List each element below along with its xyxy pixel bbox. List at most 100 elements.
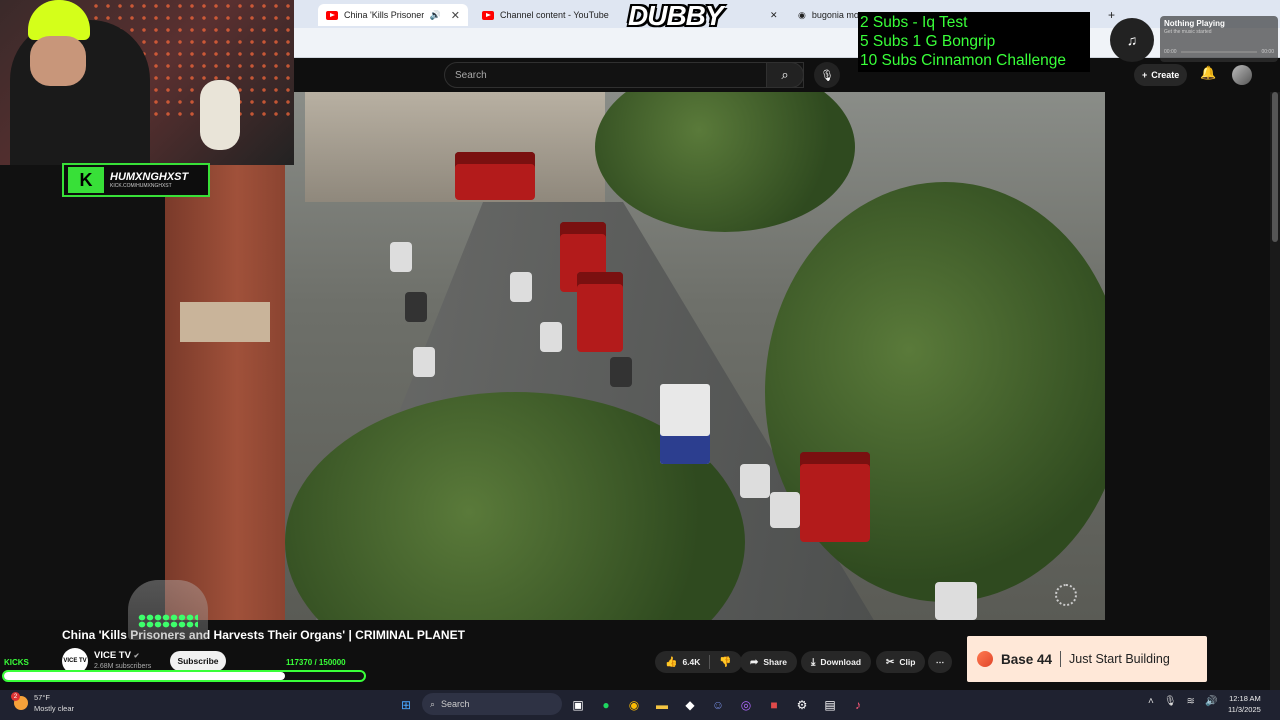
more-actions-button[interactable]: ⋯ — [928, 651, 952, 673]
weather-badge: 2 — [11, 692, 20, 701]
kicks-progress-bar — [2, 670, 366, 682]
subscribe-button[interactable]: Subscribe — [170, 651, 226, 671]
wifi-icon[interactable]: ≋ — [1187, 696, 1195, 707]
terminal-icon[interactable]: ▤ — [818, 693, 842, 717]
app-icon[interactable]: ◆ — [678, 693, 702, 717]
video-scene-car — [540, 322, 562, 352]
download-label: Download — [820, 657, 862, 667]
video-scene-car — [740, 464, 770, 498]
video-scene-tree — [595, 92, 855, 232]
channel-name[interactable]: VICE TV ✔ — [94, 650, 139, 661]
tab-title: bugonia movi — [811, 10, 862, 20]
tab-channel-content[interactable]: Channel content - YouTube St — [474, 4, 774, 26]
video-scene-bus — [577, 272, 623, 352]
notifications-bell-icon[interactable]: 🔔 — [1200, 65, 1216, 81]
music-icon[interactable]: ♪ — [846, 693, 870, 717]
search-input[interactable]: Search — [444, 62, 804, 88]
share-icon: ➦ — [750, 656, 759, 668]
taskbar-clock[interactable]: 12:18 AM 11/3/2025 — [1228, 693, 1261, 715]
search-button[interactable]: ⌕ — [766, 62, 804, 88]
scrollbar-thumb[interactable] — [1272, 92, 1278, 242]
create-button[interactable]: + Create — [1134, 64, 1188, 86]
clock-time: 12:18 AM — [1229, 694, 1261, 703]
like-button[interactable]: 👍 6.4K 👎 — [655, 651, 742, 673]
app-icon[interactable]: ◎ — [734, 693, 758, 717]
search-icon: ⌕ — [781, 67, 789, 82]
ad-tagline: Just Start Building — [1069, 652, 1170, 666]
speaker-icon: 🔊 — [429, 9, 441, 20]
user-avatar[interactable] — [1232, 65, 1252, 85]
channel-name-text: VICE TV — [94, 650, 131, 661]
app-icon[interactable]: ■ — [762, 693, 786, 717]
streamer-hat — [28, 0, 90, 40]
video-scene-brick-building — [165, 162, 285, 620]
windows-taskbar: 2 57°F Mostly clear ⊞ ⌕ Search ▣ ● ◉ ▬ ◆… — [0, 690, 1280, 720]
video-scene-car — [405, 292, 427, 322]
clip-button[interactable]: ✂ Clip — [876, 651, 926, 673]
subscribe-watermark-icon[interactable] — [1055, 584, 1077, 606]
steam-icon[interactable]: ⚙ — [790, 693, 814, 717]
video-scene-car — [610, 357, 632, 387]
kicks-progress-fill — [4, 672, 285, 680]
thumbs-up-icon: 👍 — [665, 656, 678, 668]
video-scene-car — [390, 242, 412, 272]
sub-goal: 10 Subs Cinnamon Challenge — [860, 52, 1066, 69]
dubby-sponsor-logo: DUBBY — [628, 0, 724, 31]
close-icon[interactable]: ✕ — [762, 4, 786, 26]
chevron-up-icon[interactable]: ˄ — [1148, 696, 1154, 707]
download-icon: ⤓ — [811, 656, 816, 668]
share-label: Share — [763, 657, 788, 667]
discord-icon[interactable]: ☺ — [706, 693, 730, 717]
streamer-name: HUMXNGHXST — [110, 170, 189, 183]
close-icon[interactable]: ✕ — [451, 9, 460, 22]
now-playing-title: Nothing Playing — [1164, 19, 1225, 28]
base44-logo-icon — [977, 651, 993, 667]
clip-label: Clip — [899, 657, 916, 667]
ad-brand: Base 44 — [1001, 651, 1053, 667]
video-scene-bus — [455, 152, 535, 200]
share-button[interactable]: ➦ Share — [740, 651, 798, 673]
more-icon: ⋯ — [935, 656, 945, 667]
download-button[interactable]: ⤓ Download — [801, 651, 872, 673]
video-scene-car — [510, 272, 532, 302]
ad-banner[interactable]: Base 44 Just Start Building — [967, 636, 1207, 682]
video-player[interactable] — [165, 92, 1105, 620]
now-playing-subtitle: Get the music started — [1164, 29, 1212, 35]
volume-icon[interactable]: 🔊 — [1205, 696, 1217, 707]
globe-icon: ◉ — [798, 9, 806, 20]
windows-start-icon[interactable]: ⊞ — [394, 693, 418, 717]
search-icon: ⌕ — [430, 698, 436, 709]
weather-icon: 2 — [11, 692, 28, 710]
music-progress: 00:00 00:00 — [1164, 49, 1274, 55]
file-explorer-icon[interactable]: ▬ — [650, 693, 674, 717]
verified-icon: ✔ — [133, 653, 140, 660]
tab-title: Channel content - YouTube St — [500, 10, 610, 20]
youtube-icon — [326, 10, 338, 20]
streamer-logo: K HUMXNGHXST KICK.COM/HUMXNGHXST — [62, 163, 210, 197]
mic-button[interactable]: 🎙 — [814, 62, 840, 88]
spotify-icon[interactable]: ● — [594, 693, 618, 717]
video-scene-truck — [660, 384, 710, 464]
weather-desc: Mostly clear — [34, 704, 75, 713]
microphone-icon[interactable]: 🎙 — [1164, 696, 1177, 707]
chrome-icon[interactable]: ◉ — [622, 693, 646, 717]
weather-temp: 57°F — [34, 693, 50, 702]
thumbs-down-icon[interactable]: 👎 — [719, 657, 731, 668]
weather-widget[interactable]: 2 57°F Mostly clear — [11, 692, 75, 714]
music-time-end: 00:00 — [1261, 49, 1274, 55]
streamer-url: KICK.COM/HUMXNGHXST — [110, 182, 172, 189]
video-scene-car — [413, 347, 435, 377]
create-label: Create — [1151, 70, 1180, 80]
task-view-icon[interactable]: ▣ — [566, 693, 590, 717]
clock-date: 11/3/2025 — [1228, 705, 1261, 714]
tab-title: China 'Kills Prisoners and H — [344, 10, 424, 20]
stream-left-panel — [0, 165, 165, 620]
taskbar-search[interactable]: ⌕ Search — [422, 693, 562, 715]
now-playing-card: Nothing Playing Get the music started 00… — [1160, 16, 1278, 62]
plush-doll — [200, 80, 240, 150]
page-scrollbar[interactable] — [1270, 92, 1280, 690]
streamer-face — [30, 36, 86, 86]
video-title: China 'Kills Prisoners and Harvests Thei… — [62, 628, 465, 642]
taskbar-search-label: Search — [441, 699, 470, 709]
tab-video[interactable]: China 'Kills Prisoners and H 🔊 ✕ — [318, 4, 468, 26]
